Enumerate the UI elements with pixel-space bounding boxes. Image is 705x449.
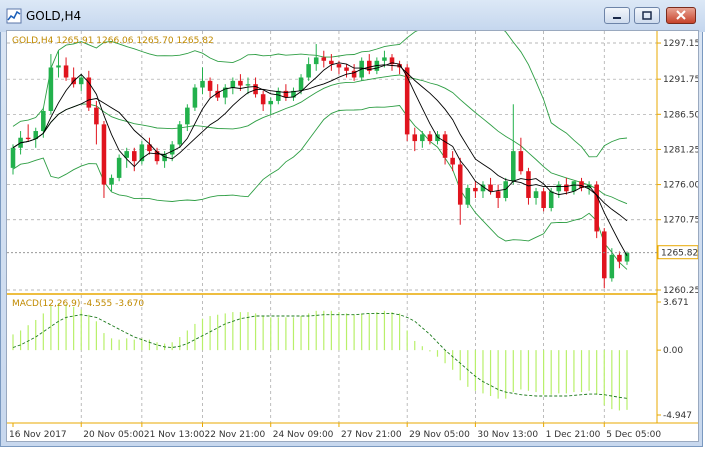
candle-body bbox=[313, 57, 319, 65]
candle-body bbox=[601, 231, 607, 279]
candle-body bbox=[185, 107, 190, 125]
chart-axes: 1297.15 1291.75 1286.50 1281.25 1276.00 1270.… bbox=[7, 31, 700, 440]
candle-body bbox=[518, 151, 524, 172]
candle-body bbox=[10, 147, 16, 168]
candle-body bbox=[306, 64, 311, 78]
candle-body bbox=[556, 184, 562, 192]
candlesticks bbox=[10, 44, 630, 289]
price-tick-label: 1291.75 bbox=[663, 75, 698, 85]
time-tick-label: 20 Nov 05:00 bbox=[83, 430, 144, 440]
window-titlebar[interactable]: GOLD,H4 bbox=[0, 0, 705, 32]
candle-body bbox=[192, 87, 198, 108]
window-title: GOLD,H4 bbox=[26, 9, 82, 23]
time-tick-label: 1 Dec 21:00 bbox=[546, 430, 601, 440]
candle-body bbox=[101, 124, 107, 185]
macd-indicator bbox=[12, 302, 628, 411]
candle-body bbox=[169, 144, 175, 155]
time-tick-label: 16 Nov 2017 bbox=[9, 430, 67, 440]
time-tick-label: 29 Nov 05:00 bbox=[409, 430, 470, 440]
candle-body bbox=[533, 191, 539, 198]
candle-body bbox=[382, 57, 387, 61]
candle-body bbox=[427, 134, 433, 142]
close-button[interactable] bbox=[666, 7, 696, 24]
restore-icon bbox=[642, 11, 652, 20]
time-tick-label: 5 Dec 05:00 bbox=[606, 430, 661, 440]
macd-tick-label: -4.947 bbox=[663, 411, 692, 421]
chart-area[interactable]: 1297.15 1291.75 1286.50 1281.25 1276.00 1270.… bbox=[6, 9, 700, 442]
candle-body bbox=[541, 191, 546, 209]
candle-body bbox=[177, 124, 183, 145]
candle-body bbox=[609, 254, 615, 279]
candle-body bbox=[473, 187, 478, 192]
candle-body bbox=[465, 187, 471, 205]
price-tick-label: 1260.25 bbox=[663, 286, 698, 296]
macd-signal-line bbox=[12, 312, 628, 399]
candle-body bbox=[594, 184, 599, 232]
candle-body bbox=[564, 184, 569, 192]
candle-body bbox=[344, 67, 349, 71]
candle-body bbox=[420, 134, 425, 142]
candle-body bbox=[230, 80, 236, 88]
chart-window-icon bbox=[6, 8, 22, 24]
candle-body bbox=[238, 80, 243, 86]
time-tick-label: 21 Nov 13:00 bbox=[144, 430, 205, 440]
candle-body bbox=[329, 60, 334, 65]
time-tick-label: 22 Nov 21:00 bbox=[205, 430, 266, 440]
candle-body bbox=[41, 110, 46, 132]
time-tick-label: 30 Nov 13:00 bbox=[477, 430, 538, 440]
candle-body bbox=[56, 65, 61, 68]
price-tick-label: 1270.75 bbox=[663, 216, 698, 226]
candle-body bbox=[450, 157, 455, 165]
candle-body bbox=[48, 67, 54, 111]
candle-body bbox=[78, 77, 84, 85]
candle-body bbox=[268, 100, 274, 105]
candle-body bbox=[412, 134, 418, 142]
minimize-icon bbox=[613, 17, 621, 19]
price-tick-label: 1286.50 bbox=[663, 110, 698, 120]
price-tick-label: 1276.00 bbox=[663, 181, 698, 191]
time-tick-label: 24 Nov 09:00 bbox=[273, 430, 334, 440]
candle-body bbox=[298, 77, 304, 91]
chart-grid bbox=[7, 31, 657, 423]
candle-body bbox=[260, 94, 266, 105]
candle-body bbox=[336, 64, 342, 68]
candle-body bbox=[442, 134, 448, 158]
candle-body bbox=[132, 151, 137, 162]
candle-body bbox=[109, 177, 114, 185]
candle-body bbox=[200, 80, 205, 88]
candle-body bbox=[617, 254, 622, 262]
candle-body bbox=[526, 171, 531, 198]
macd-tick-label: 3.671 bbox=[663, 298, 689, 308]
candle-body bbox=[207, 80, 213, 91]
price-chart[interactable]: 1297.15 1291.75 1286.50 1281.25 1276.00 1270.… bbox=[7, 9, 700, 441]
price-tick-label: 1281.25 bbox=[663, 145, 698, 155]
candle-body bbox=[571, 181, 577, 192]
macd-panel-label: MACD(12,26,9) -4.555 -3.670 bbox=[12, 299, 144, 309]
minimize-button[interactable] bbox=[604, 7, 630, 24]
candle-body bbox=[511, 151, 516, 182]
candle-body bbox=[548, 191, 554, 209]
price-panel-label: GOLD,H4 1265.91 1266.06 1265.70 1265.82 bbox=[12, 36, 214, 46]
candle-body bbox=[63, 65, 69, 78]
candle-body bbox=[321, 57, 327, 61]
price-tick-label: 1297.15 bbox=[663, 39, 698, 49]
time-tick-label: 27 Nov 21:00 bbox=[341, 430, 402, 440]
current-price-label: 1265.82 bbox=[661, 249, 698, 259]
candle-body bbox=[624, 252, 630, 262]
close-icon bbox=[676, 10, 686, 20]
candle-body bbox=[245, 84, 251, 86]
candle-body bbox=[94, 107, 99, 125]
candle-body bbox=[116, 157, 122, 178]
candle-body bbox=[457, 164, 463, 205]
candle-body bbox=[495, 191, 501, 198]
maximize-button[interactable] bbox=[634, 7, 660, 24]
candle-body bbox=[25, 137, 31, 140]
macd-tick-label: 0.00 bbox=[663, 346, 683, 356]
